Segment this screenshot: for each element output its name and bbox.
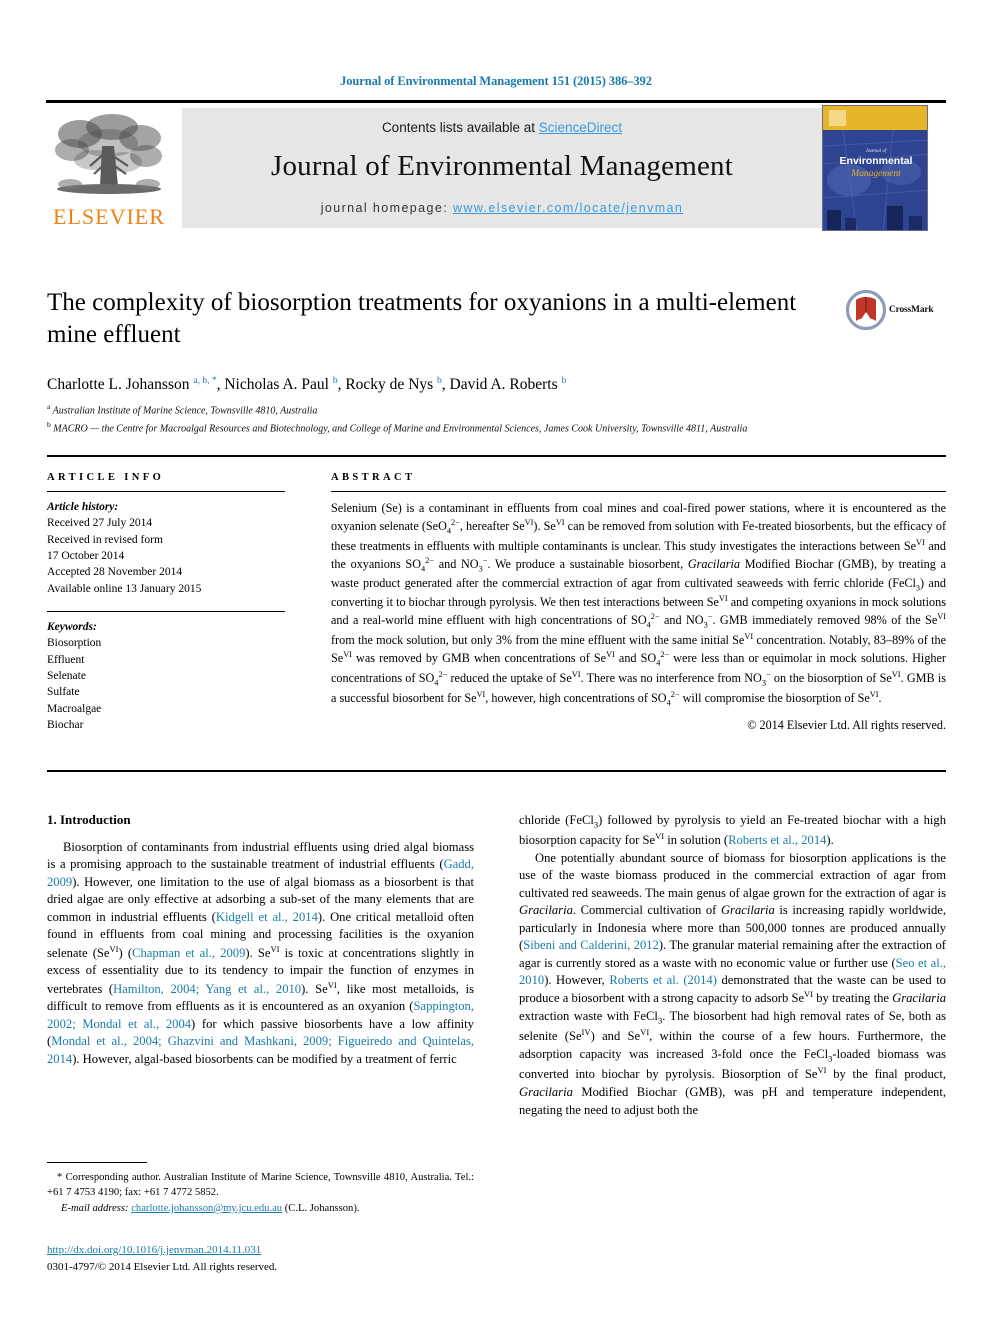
cover-journal-of: Journal of — [866, 149, 887, 154]
article-info-heading: ARTICLE INFO — [47, 472, 165, 483]
article-info-divider — [47, 491, 285, 492]
contents-prefix: Contents lists available at — [381, 120, 539, 135]
keyword-item: Effluent — [47, 653, 85, 666]
article-history: Article history: Received 27 July 2014 R… — [47, 499, 297, 597]
doi-link[interactable]: http://dx.doi.org/10.1016/j.jenvman.2014… — [47, 1244, 261, 1256]
keyword-item: Biosorption — [47, 637, 102, 650]
author-list: Charlotte L. Johansson a, b, *, Nicholas… — [47, 376, 907, 394]
body-paragraph: One potentially abundant source of bioma… — [519, 850, 947, 1117]
journal-homepage-line: journal homepage: www.elsevier.com/locat… — [182, 201, 822, 215]
corresponding-author-note: * Corresponding author. Australian Insti… — [47, 1172, 474, 1199]
affiliation-a: a Australian Institute of Marine Science… — [47, 402, 318, 417]
footnote-rule — [47, 1162, 147, 1163]
crossmark-icon — [846, 290, 886, 330]
elsevier-logo: ELSEVIER — [46, 108, 172, 228]
footnote-block: * Corresponding author. Australian Insti… — [47, 1170, 474, 1216]
email-suffix: (C.L. Johansson). — [284, 1202, 360, 1214]
keyword-item: Macroalgae — [47, 702, 102, 715]
abstract-top-rule — [47, 455, 946, 457]
history-line: Accepted 28 November 2014 — [47, 566, 183, 579]
abstract-bottom-rule — [47, 770, 946, 772]
elsevier-tree-icon — [55, 114, 162, 194]
contents-available-line: Contents lists available at ScienceDirec… — [182, 120, 822, 135]
crossmark-badge[interactable]: CrossMark — [846, 288, 942, 332]
affiliations: a Australian Institute of Marine Science… — [47, 401, 907, 437]
article-info-column: ARTICLE INFO Article history: Received 2… — [47, 472, 297, 733]
running-head: Journal of Environmental Management 151 … — [340, 74, 652, 88]
section-heading-introduction: 1. Introduction — [47, 812, 131, 827]
abstract-heading: ABSTRACT — [331, 472, 416, 483]
abstract-column: ABSTRACT Selenium (Se) is a contaminant … — [331, 472, 946, 733]
abstract-text: Selenium (Se) is a contaminant in efflue… — [331, 501, 947, 708]
elsevier-wordmark: ELSEVIER — [53, 204, 165, 229]
email-note: E-mail address: charlotte.johansson@my.j… — [47, 1201, 474, 1216]
keyword-item: Selenate — [47, 669, 86, 682]
keywords-label: Keywords: — [47, 620, 97, 633]
body-paragraph: Biosorption of contaminants from industr… — [47, 840, 475, 1066]
history-line: Available online 13 January 2015 — [47, 582, 202, 595]
journal-title: Journal of Environmental Management — [270, 150, 733, 182]
sciencedirect-link[interactable]: ScienceDirect — [539, 120, 622, 135]
history-line: Received in revised form — [47, 533, 163, 546]
issn-copyright-line: 0301-4797/© 2014 Elsevier Ltd. All right… — [47, 1260, 278, 1273]
doi-block: http://dx.doi.org/10.1016/j.jenvman.2014… — [47, 1242, 474, 1275]
history-line: 17 October 2014 — [47, 549, 125, 562]
authors-text: Charlotte L. Johansson a, b, *, Nicholas… — [47, 376, 567, 394]
body-column-right: chloride (FeCl3) followed by pyrolysis t… — [519, 812, 946, 1119]
cover-management: Management — [850, 169, 901, 179]
keywords-divider — [47, 610, 285, 612]
journal-homepage-link[interactable]: www.elsevier.com/locate/jenvman — [453, 201, 683, 215]
abstract-copyright: © 2014 Elsevier Ltd. All rights reserved… — [747, 718, 946, 732]
journal-masthead: ELSEVIER Contents lists available at Sci… — [46, 102, 946, 230]
crossmark-label: CrossMark — [889, 305, 934, 315]
affiliation-b-text: MACRO — the Centre for Macroalgal Resour… — [53, 423, 748, 435]
page-title: The complexity of biosorption treatments… — [47, 289, 797, 348]
journal-cover-thumbnail: Journal of Environmental Management — [822, 105, 928, 231]
homepage-prefix: journal homepage: — [320, 201, 453, 215]
history-line: Received 27 July 2014 — [47, 517, 153, 530]
affiliation-a-text: Australian Institute of Marine Science, … — [52, 405, 318, 417]
affiliation-b: b MACRO — the Centre for Macroalgal Reso… — [47, 419, 748, 435]
keywords-block: Keywords: Biosorption Effluent Selenate … — [47, 619, 297, 733]
paper-page: Journal of Environmental Management 151 … — [0, 0, 992, 1323]
cover-environmental: Environmental — [840, 155, 913, 167]
article-history-label: Article history: — [47, 501, 119, 513]
email-link[interactable]: charlotte.johansson@my.jcu.edu.au — [131, 1203, 282, 1214]
keyword-item: Sulfate — [47, 686, 80, 699]
body-column-left: 1. Introduction Biosorption of contamina… — [47, 812, 474, 1068]
article-title-block: The complexity of biosorption treatments… — [47, 287, 837, 351]
keyword-item: Biochar — [47, 718, 84, 731]
body-paragraph: chloride (FeCl3) followed by pyrolysis t… — [519, 813, 946, 848]
cover-artwork: Journal of Environmental Management — [823, 106, 927, 230]
email-address-label: E-mail address: — [61, 1202, 129, 1214]
abstract-divider — [331, 491, 946, 492]
